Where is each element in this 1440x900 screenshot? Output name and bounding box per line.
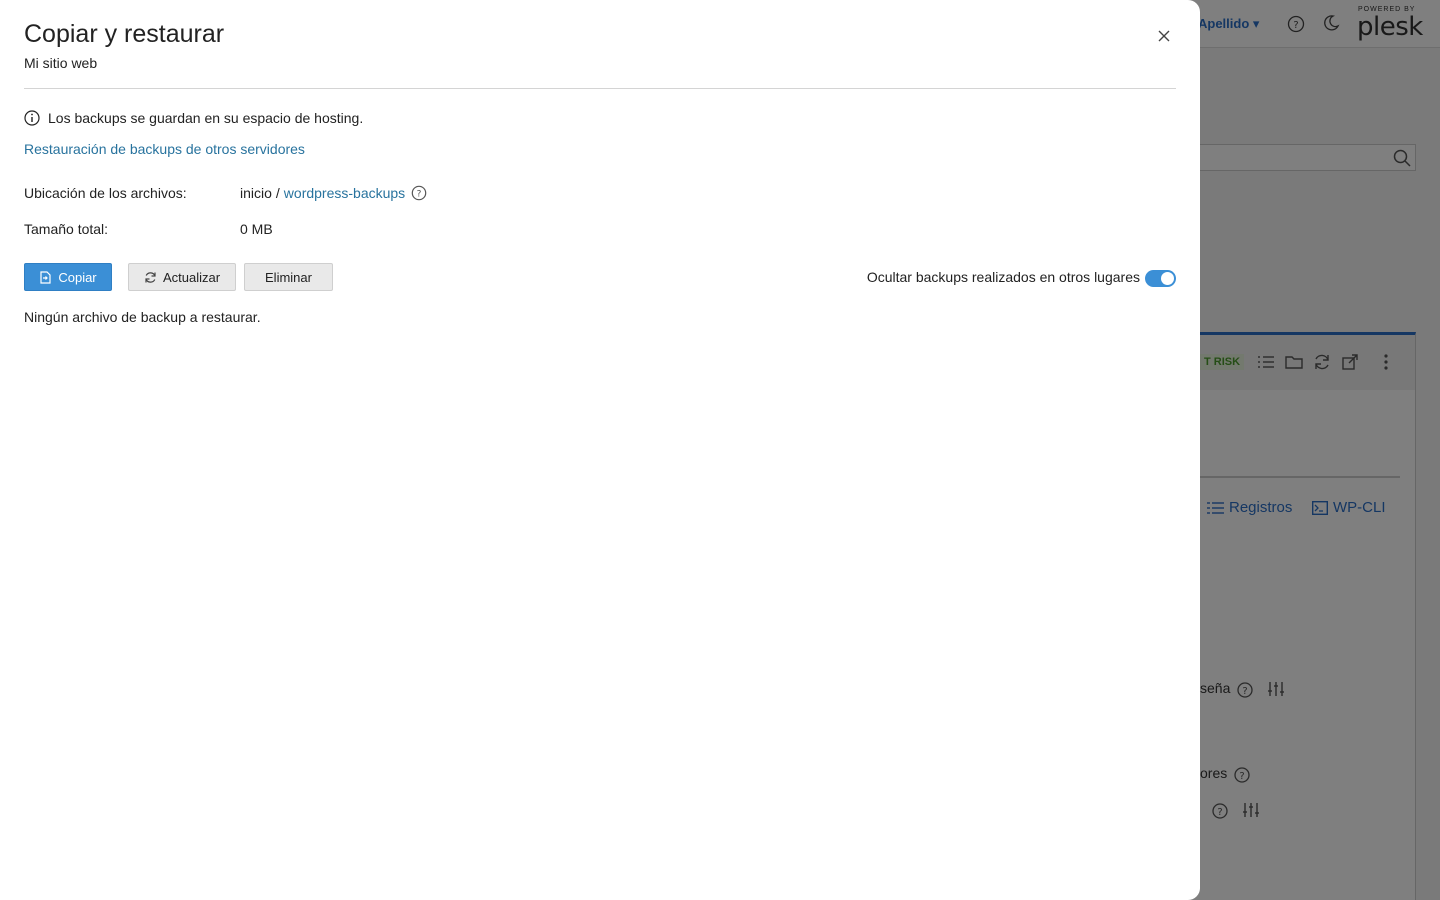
toggle-knob	[1161, 272, 1174, 285]
restore-other-servers-link[interactable]: Restauración de backups de otros servido…	[24, 141, 305, 157]
location-value: inicio / wordpress-backups ?	[240, 185, 427, 201]
delete-button[interactable]: Eliminar	[244, 263, 333, 291]
hide-backups-label: Ocultar backups realizados en otros luga…	[866, 269, 1140, 285]
copy-button[interactable]: Copiar	[24, 263, 112, 291]
drawer-subtitle: Mi sitio web	[24, 55, 98, 71]
info-message: Los backups se guardan en su espacio de …	[24, 110, 363, 126]
header-divider	[24, 88, 1176, 89]
size-value: 0 MB	[240, 221, 273, 237]
backup-drawer: Copiar y restaurar Mi sitio web Los back…	[0, 0, 1200, 900]
svg-text:?: ?	[417, 190, 422, 200]
location-root: inicio	[240, 185, 272, 201]
hide-backups-toggle[interactable]	[1145, 270, 1176, 287]
refresh-button[interactable]: Actualizar	[128, 263, 236, 291]
refresh-icon	[145, 271, 156, 283]
empty-backups-message: Ningún archivo de backup a restaurar.	[24, 309, 261, 325]
backup-icon	[40, 270, 51, 284]
info-text: Los backups se guardan en su espacio de …	[48, 110, 364, 126]
close-icon	[1158, 30, 1170, 42]
location-folder-link[interactable]: wordpress-backups	[284, 185, 405, 201]
help-icon[interactable]: ?	[411, 185, 427, 201]
drawer-title: Copiar y restaurar	[24, 20, 225, 48]
close-button[interactable]	[1152, 24, 1176, 48]
location-label: Ubicación de los archivos:	[24, 185, 187, 201]
info-icon	[24, 110, 40, 126]
size-label: Tamaño total:	[24, 221, 109, 237]
location-separator: /	[275, 185, 280, 201]
